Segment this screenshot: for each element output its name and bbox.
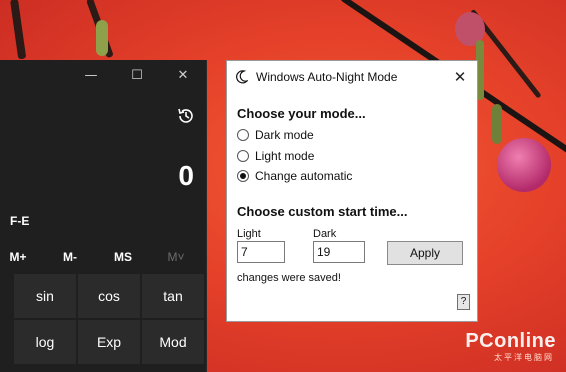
watermark-subtitle: 太平洋电脑网 bbox=[494, 353, 554, 362]
memory-row: M+ M- MS M˅ bbox=[0, 244, 206, 270]
memory-list-button[interactable]: M˅ bbox=[150, 244, 202, 270]
radio-label: Light mode bbox=[255, 149, 315, 163]
exp-button[interactable]: Exp bbox=[78, 320, 140, 364]
memory-store-button[interactable]: MS bbox=[97, 244, 149, 270]
close-button[interactable]: ✕ bbox=[168, 64, 198, 88]
maximize-button[interactable]: ☐ bbox=[122, 64, 152, 88]
mode-heading: Choose your mode... bbox=[237, 106, 366, 121]
history-icon[interactable] bbox=[176, 106, 196, 126]
radio-label: Dark mode bbox=[255, 128, 314, 142]
moon-icon bbox=[236, 70, 248, 84]
light-label: Light bbox=[237, 228, 261, 240]
minimize-button[interactable]: — bbox=[76, 64, 106, 88]
light-time-input[interactable]: 7 bbox=[237, 241, 285, 263]
memory-subtract-button[interactable]: M- bbox=[44, 244, 96, 270]
fe-button[interactable]: F-E bbox=[10, 214, 29, 228]
radio-label: Change automatic bbox=[255, 169, 353, 183]
radio-button[interactable] bbox=[237, 129, 249, 141]
auto-night-mode-dialog: Windows Auto-Night Mode ✕ Choose your mo… bbox=[226, 60, 478, 322]
status-message: changes were saved! bbox=[237, 272, 341, 284]
radio-button[interactable] bbox=[237, 150, 249, 162]
mod-button[interactable]: Mod bbox=[142, 320, 204, 364]
tan-button[interactable]: tan bbox=[142, 274, 204, 318]
radio-button-selected[interactable] bbox=[237, 170, 249, 182]
calculator-display: 0 bbox=[178, 160, 194, 191]
memory-add-button[interactable]: M+ bbox=[0, 244, 44, 270]
apply-button[interactable]: Apply bbox=[387, 241, 463, 265]
dialog-title: Windows Auto-Night Mode bbox=[256, 70, 398, 84]
dark-label: Dark bbox=[313, 228, 337, 240]
log-button[interactable]: log bbox=[14, 320, 76, 364]
time-heading: Choose custom start time... bbox=[237, 204, 408, 219]
watermark-logo: PConline bbox=[465, 330, 556, 352]
dark-time-input[interactable]: 19 bbox=[313, 241, 365, 263]
cos-button[interactable]: cos bbox=[78, 274, 140, 318]
calculator-window: — ☐ ✕ 0 F-E M+ M- MS M˅ sin cos tan log … bbox=[0, 60, 207, 372]
help-button[interactable]: ? bbox=[457, 294, 470, 310]
dialog-titlebar: Windows Auto-Night Mode ✕ bbox=[227, 61, 477, 93]
calculator-titlebar: — ☐ ✕ bbox=[0, 60, 206, 92]
sin-button[interactable]: sin bbox=[14, 274, 76, 318]
dialog-close-button[interactable]: ✕ bbox=[449, 66, 471, 88]
